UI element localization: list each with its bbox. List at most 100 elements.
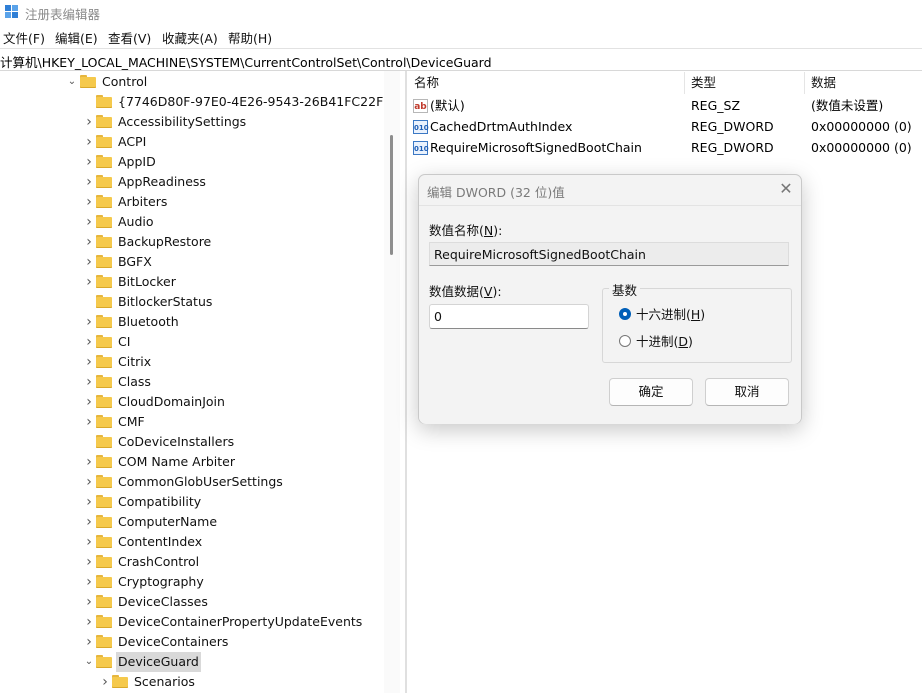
chevron-right-icon[interactable]: › bbox=[84, 272, 94, 292]
tree-item[interactable]: › CI bbox=[0, 332, 384, 352]
chevron-down-icon[interactable]: ⌄ bbox=[84, 652, 94, 672]
tree-item[interactable]: › CommonGlobUserSettings bbox=[0, 472, 384, 492]
tree-item[interactable]: › ComputerName bbox=[0, 512, 384, 532]
tree-item-label: CI bbox=[118, 334, 131, 349]
radio-unselected-icon[interactable] bbox=[619, 335, 631, 347]
tree-item[interactable]: › Compatibility bbox=[0, 492, 384, 512]
radio-hexadecimal[interactable]: 十六进制(H) bbox=[619, 306, 779, 324]
tree-item-label: CoDeviceInstallers bbox=[118, 434, 235, 449]
folder-icon bbox=[96, 135, 112, 148]
pane-splitter[interactable] bbox=[405, 71, 407, 693]
tree-item[interactable]: › CloudDomainJoin bbox=[0, 392, 384, 412]
chevron-right-icon[interactable]: › bbox=[84, 572, 94, 592]
value-name: RequireMicrosoftSignedBootChain bbox=[430, 140, 642, 155]
tree-item[interactable]: › Class bbox=[0, 372, 384, 392]
tree-item[interactable]: › Cryptography bbox=[0, 572, 384, 592]
tree-item[interactable]: › DeviceClasses bbox=[0, 592, 384, 612]
chevron-right-icon[interactable]: › bbox=[84, 472, 94, 492]
tree-item[interactable]: › Citrix bbox=[0, 352, 384, 372]
tree-item[interactable]: › Audio bbox=[0, 212, 384, 232]
tree-item[interactable]: › CMF bbox=[0, 412, 384, 432]
tree-item[interactable]: › DeviceContainerPropertyUpdateEvents bbox=[0, 612, 384, 632]
tree-item[interactable]: › AccessibilitySettings bbox=[0, 112, 384, 132]
menu-help[interactable]: 帮助(H) bbox=[228, 28, 272, 47]
address-path[interactable]: 计算机\HKEY_LOCAL_MACHINE\SYSTEM\CurrentCon… bbox=[0, 52, 492, 71]
tree-item-label: DeviceContainers bbox=[118, 634, 229, 649]
tree-item[interactable]: BitlockerStatus bbox=[0, 292, 384, 312]
chevron-right-icon[interactable]: › bbox=[100, 672, 110, 692]
tree-item-label: AppID bbox=[118, 154, 156, 169]
column-header-name[interactable]: 名称 bbox=[414, 72, 439, 94]
tree-item[interactable]: › ACPI bbox=[0, 132, 384, 152]
tree-item[interactable]: › COM Name Arbiter bbox=[0, 452, 384, 472]
chevron-right-icon[interactable]: › bbox=[84, 252, 94, 272]
tree-item[interactable]: › Scenarios bbox=[0, 672, 384, 692]
chevron-down-icon[interactable]: ⌄ bbox=[67, 72, 77, 92]
tree-item-label: Scenarios bbox=[134, 674, 195, 689]
menu-view[interactable]: 查看(V) bbox=[108, 28, 151, 47]
column-header-data[interactable]: 数据 bbox=[811, 72, 836, 94]
chevron-right-icon[interactable]: › bbox=[84, 372, 94, 392]
chevron-right-icon[interactable]: › bbox=[84, 212, 94, 232]
chevron-right-icon[interactable]: › bbox=[84, 332, 94, 352]
close-icon[interactable]: ✕ bbox=[774, 177, 798, 201]
chevron-right-icon[interactable]: › bbox=[84, 232, 94, 252]
list-item[interactable]: 010 RequireMicrosoftSignedBootChain REG_… bbox=[411, 138, 922, 158]
chevron-right-icon[interactable]: › bbox=[84, 112, 94, 132]
chevron-right-icon[interactable]: › bbox=[84, 152, 94, 172]
menu-edit[interactable]: 编辑(E) bbox=[55, 28, 98, 47]
tree-scrollbar-thumb[interactable] bbox=[390, 135, 393, 255]
chevron-right-icon[interactable]: › bbox=[84, 492, 94, 512]
column-separator[interactable] bbox=[684, 72, 685, 94]
tree-item[interactable]: › BGFX bbox=[0, 252, 384, 272]
cancel-button[interactable]: 取消 bbox=[705, 378, 789, 406]
chevron-right-icon[interactable]: › bbox=[84, 412, 94, 432]
tree-item[interactable]: › Arbiters bbox=[0, 192, 384, 212]
menu-file[interactable]: 文件(F) bbox=[3, 28, 45, 47]
tree-item[interactable]: CoDeviceInstallers bbox=[0, 432, 384, 452]
folder-icon bbox=[96, 335, 112, 348]
chevron-right-icon[interactable]: › bbox=[84, 532, 94, 552]
chevron-right-icon[interactable]: › bbox=[84, 592, 94, 612]
folder-icon bbox=[96, 535, 112, 548]
column-header-type[interactable]: 类型 bbox=[691, 72, 716, 94]
tree-item[interactable]: › DeviceContainers bbox=[0, 632, 384, 652]
tree-item[interactable]: › ContentIndex bbox=[0, 532, 384, 552]
tree-item[interactable]: {7746D80F-97E0-4E26-9543-26B41FC22F79} bbox=[0, 92, 400, 112]
ok-button[interactable]: 确定 bbox=[609, 378, 693, 406]
chevron-right-icon[interactable]: › bbox=[84, 512, 94, 532]
tree-item[interactable]: › AppID bbox=[0, 152, 384, 172]
list-item[interactable]: 010 CachedDrtmAuthIndex REG_DWORD 0x0000… bbox=[411, 117, 922, 137]
chevron-right-icon[interactable]: › bbox=[84, 192, 94, 212]
chevron-right-icon[interactable]: › bbox=[84, 172, 94, 192]
chevron-right-icon[interactable]: › bbox=[84, 392, 94, 412]
menu-favorites[interactable]: 收藏夹(A) bbox=[162, 28, 218, 47]
tree-item-control[interactable]: ⌄ Control bbox=[0, 72, 384, 92]
tree-item-label: ContentIndex bbox=[118, 534, 203, 549]
tree-item[interactable]: › BitLocker bbox=[0, 272, 384, 292]
chevron-right-icon[interactable]: › bbox=[84, 312, 94, 332]
address-bar[interactable]: 计算机\HKEY_LOCAL_MACHINE\SYSTEM\CurrentCon… bbox=[0, 48, 922, 71]
chevron-right-icon[interactable]: › bbox=[84, 552, 94, 572]
folder-icon bbox=[96, 395, 112, 408]
folder-icon bbox=[96, 355, 112, 368]
value-data-input[interactable] bbox=[429, 304, 589, 329]
chevron-right-icon[interactable]: › bbox=[84, 632, 94, 652]
chevron-right-icon[interactable]: › bbox=[84, 352, 94, 372]
tree-item-label: COM Name Arbiter bbox=[118, 454, 236, 469]
value-type: REG_DWORD bbox=[691, 119, 774, 134]
tree-item[interactable]: › AppReadiness bbox=[0, 172, 384, 192]
tree-item[interactable]: › CrashControl bbox=[0, 552, 384, 572]
tree-item[interactable]: › BackupRestore bbox=[0, 232, 384, 252]
chevron-right-icon[interactable]: › bbox=[84, 132, 94, 152]
radio-decimal[interactable]: 十进制(D) bbox=[619, 333, 779, 351]
tree-item[interactable]: ⌄ DeviceGuard bbox=[0, 652, 384, 672]
tree-item[interactable]: › Bluetooth bbox=[0, 312, 384, 332]
list-item[interactable]: ab (默认) REG_SZ (数值未设置) bbox=[411, 96, 922, 116]
value-name: CachedDrtmAuthIndex bbox=[430, 119, 573, 134]
dialog-body: 数值名称(N): RequireMicrosoftSignedBootChain… bbox=[419, 205, 801, 424]
chevron-right-icon[interactable]: › bbox=[84, 452, 94, 472]
radio-selected-icon[interactable] bbox=[619, 308, 631, 320]
chevron-right-icon[interactable]: › bbox=[84, 612, 94, 632]
column-separator[interactable] bbox=[804, 72, 805, 94]
